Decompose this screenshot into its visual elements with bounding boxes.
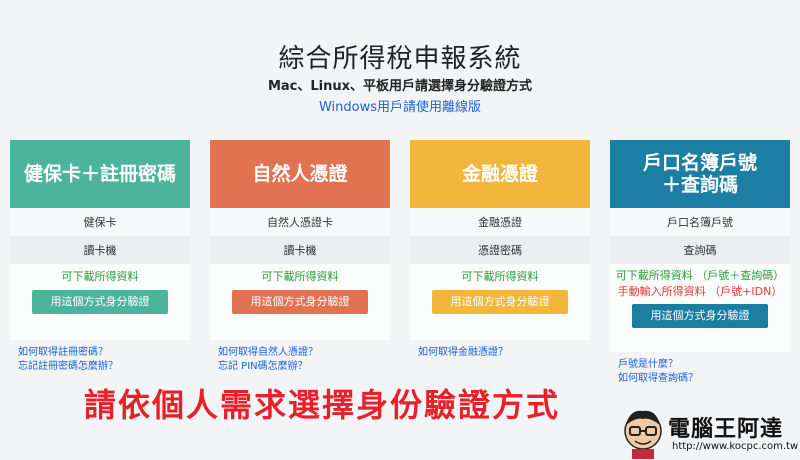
card-actions: 可下載所得資料 （戶號＋查詢碼） 手動輸入所得資料 （戶號+IDN） 用這個方式… — [610, 264, 790, 352]
help-link[interactable]: 如何取得自然人憑證？ — [218, 346, 390, 360]
watermark-logo: 電腦王阿達 http://www.kocpc.com.tw — [618, 405, 798, 460]
requirement-row-1: 金融憑證 — [410, 208, 590, 236]
requirement-row-2: 讀卡機 — [210, 236, 390, 264]
card-nhi-card: 健保卡＋註冊密碼 健保卡 讀卡機 可下載所得資料 用這個方式身分驗證 如何取得註… — [10, 140, 190, 374]
card-citizen-certificate: 自然人憑證 自然人憑證卡 讀卡機 可下載所得資料 用這個方式身分驗證 如何取得自… — [210, 140, 390, 374]
requirement-row-1: 自然人憑證卡 — [210, 208, 390, 236]
card-actions: 可下載所得資料 用這個方式身分驗證 — [210, 264, 390, 340]
verify-button[interactable]: 用這個方式身分驗證 — [632, 304, 768, 328]
help-link[interactable]: 如何取得查詢碼？ — [618, 372, 790, 386]
requirement-row-1: 戶口名簿戶號 — [610, 208, 790, 236]
help-link[interactable]: 戶號是什麼？ — [618, 358, 790, 372]
help-links: 如何取得註冊密碼？ 忘記註冊密碼怎麼辦？ — [10, 346, 190, 374]
card-household-number: 戶口名簿戶號 ＋查詢碼 戶口名簿戶號 查詢碼 可下載所得資料 （戶號＋查詢碼） … — [610, 140, 790, 386]
help-link[interactable]: 忘記註冊密碼怎麼辦？ — [18, 360, 190, 374]
logo-url: http://www.kocpc.com.tw — [672, 441, 799, 452]
requirement-row-2: 憑證密碼 — [410, 236, 590, 264]
requirement-row-2: 查詢碼 — [610, 236, 790, 264]
page-subtitle: Mac、Linux、平板用戶請選擇身分驗證方式 — [267, 79, 533, 94]
verify-button[interactable]: 用這個方式身分驗證 — [32, 290, 168, 314]
download-note: 可下載所得資料 （戶號＋查詢碼） — [615, 269, 785, 282]
card-title: 自然人憑證 — [210, 140, 390, 208]
card-actions: 可下載所得資料 用這個方式身分驗證 — [10, 264, 190, 340]
card-financial-certificate: 金融憑證 金融憑證 憑證密碼 可下載所得資料 用這個方式身分驗證 如何取得金融憑… — [410, 140, 590, 360]
logo-name: 電腦王阿達 — [668, 417, 784, 442]
help-link[interactable]: 如何取得金融憑證？ — [418, 346, 590, 360]
help-links: 如何取得自然人憑證？ 忘記 PIN碼怎麼辦？ — [210, 346, 390, 374]
manual-entry-note: 手動輸入所得資料 （戶號+IDN） — [617, 285, 783, 298]
windows-offline-link[interactable]: Windows用戶請使用離線版 — [0, 96, 800, 115]
help-link[interactable]: 忘記 PIN碼怎麼辦？ — [218, 360, 390, 374]
download-note: 可下載所得資料 — [261, 270, 339, 283]
verify-button[interactable]: 用這個方式身分驗證 — [232, 290, 368, 314]
requirement-row-2: 讀卡機 — [10, 236, 190, 264]
download-note: 可下載所得資料 — [61, 270, 139, 283]
help-links: 如何取得金融憑證？ — [410, 346, 590, 360]
help-link[interactable]: 如何取得註冊密碼？ — [18, 346, 190, 360]
card-title: 健保卡＋註冊密碼 — [10, 140, 190, 208]
verify-button[interactable]: 用這個方式身分驗證 — [432, 290, 568, 314]
card-actions: 可下載所得資料 用這個方式身分驗證 — [410, 264, 590, 340]
mascot-icon — [624, 410, 662, 459]
page-title: 綜合所得稅申報系統 — [278, 44, 522, 74]
download-note: 可下載所得資料 — [461, 270, 539, 283]
card-title: 戶口名簿戶號 ＋查詢碼 — [610, 140, 790, 208]
help-links: 戶號是什麼？ 如何取得查詢碼？ — [610, 358, 790, 386]
instruction-banner: 請依個人需求選擇身份驗證方式 — [84, 386, 561, 424]
requirement-row-1: 健保卡 — [10, 208, 190, 236]
card-title: 金融憑證 — [410, 140, 590, 208]
